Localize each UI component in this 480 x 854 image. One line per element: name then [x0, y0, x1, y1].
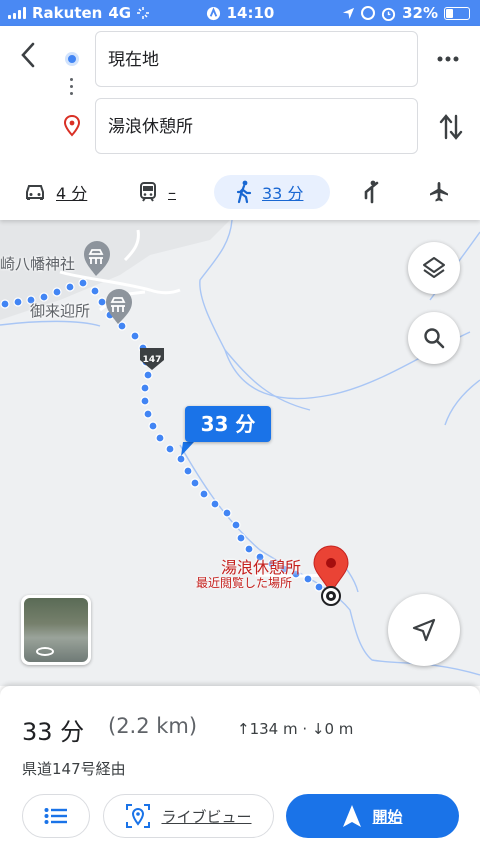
street-view-image — [24, 598, 88, 662]
map-search-button[interactable] — [408, 312, 460, 364]
location-arrow-icon — [343, 7, 355, 19]
street-view-thumbnail[interactable] — [21, 595, 91, 665]
live-view-label: ライブビュー — [161, 807, 252, 826]
status-bar: Rakuten 4G 14:10 32% — [0, 0, 480, 26]
mode-ride-hail[interactable] — [360, 175, 380, 209]
summary-distance: (2.2 km) — [108, 714, 198, 738]
start-label: 開始 — [372, 807, 403, 826]
layers-icon — [423, 257, 445, 278]
battery-percent: 32% — [402, 4, 438, 22]
mode-walk[interactable]: 33 分 — [214, 175, 330, 209]
svg-text:147: 147 — [143, 355, 162, 365]
summary-elevation: ↑134 m · ↓0 m — [237, 720, 354, 738]
mode-walk-time: 33 分 — [262, 184, 304, 203]
navigation-start-icon — [343, 805, 362, 827]
place-label-shrine[interactable]: 崎八幡神社 — [0, 253, 75, 274]
my-location-button[interactable] — [388, 594, 460, 666]
summary-via-road: 県道147号経由 — [22, 760, 126, 778]
mode-car[interactable]: 4 分 — [24, 175, 87, 209]
navigation-arrow-icon — [412, 618, 436, 642]
alarm-icon — [382, 7, 396, 21]
flight-icon — [430, 182, 448, 202]
train-icon — [140, 182, 156, 202]
live-view-button[interactable]: ライブビュー — [103, 794, 274, 838]
map-view[interactable]: 147 崎八幡神社 御来迎所 33 分 湯浪休憩所 最近閲覧した場所 — [0, 220, 480, 686]
road-shield-147: 147 — [140, 348, 164, 370]
origin-field[interactable]: 現在地 — [95, 31, 418, 87]
route-duration-bubble: 33 分 — [185, 406, 271, 442]
car-icon — [26, 185, 44, 200]
rotate-360-icon — [36, 647, 54, 656]
start-navigation-button[interactable]: 開始 — [286, 794, 459, 838]
steps-button[interactable] — [22, 794, 90, 838]
clock-time: 14:10 — [226, 4, 275, 22]
destination-pin-icon — [63, 115, 81, 137]
travel-modes: 4 分 – 33 分 — [0, 171, 480, 213]
more-options-icon[interactable] — [436, 54, 460, 64]
destination-map-pin[interactable] — [313, 545, 349, 606]
mode-transit[interactable]: – — [138, 175, 176, 209]
origin-dot-icon — [65, 52, 79, 66]
alarm-lock-icon — [206, 6, 220, 20]
ride-hail-icon — [364, 180, 379, 204]
status-right: 32% — [342, 4, 470, 22]
destination-field[interactable]: 湯浪休憩所 — [95, 98, 418, 154]
swap-icon[interactable] — [436, 112, 466, 142]
route-summary-sheet: 33 分 (2.2 km) ↑134 m · ↓0 m 県道147号経由 ライブ… — [0, 686, 480, 854]
route-connector-icon — [70, 78, 74, 99]
battery-icon — [444, 6, 470, 20]
mode-car-time: 4 分 — [56, 184, 88, 203]
back-arrow-icon[interactable] — [14, 40, 44, 70]
place-label-goraigo[interactable]: 御来迎所 — [30, 300, 90, 321]
directions-panel: 現在地 湯浪休憩所 4 分 – 33 分 — [0, 26, 480, 220]
live-view-pin-icon — [126, 804, 151, 828]
layers-button[interactable] — [408, 242, 460, 294]
summary-duration: 33 分 — [22, 718, 85, 746]
destination-map-sublabel: 最近閲覧した場所 — [196, 576, 293, 590]
mode-transit-time: – — [168, 182, 176, 202]
list-icon — [44, 808, 67, 824]
walk-icon — [236, 180, 252, 204]
mode-flight[interactable] — [428, 175, 450, 209]
screen-lock-icon — [361, 6, 376, 20]
search-icon — [424, 328, 445, 349]
